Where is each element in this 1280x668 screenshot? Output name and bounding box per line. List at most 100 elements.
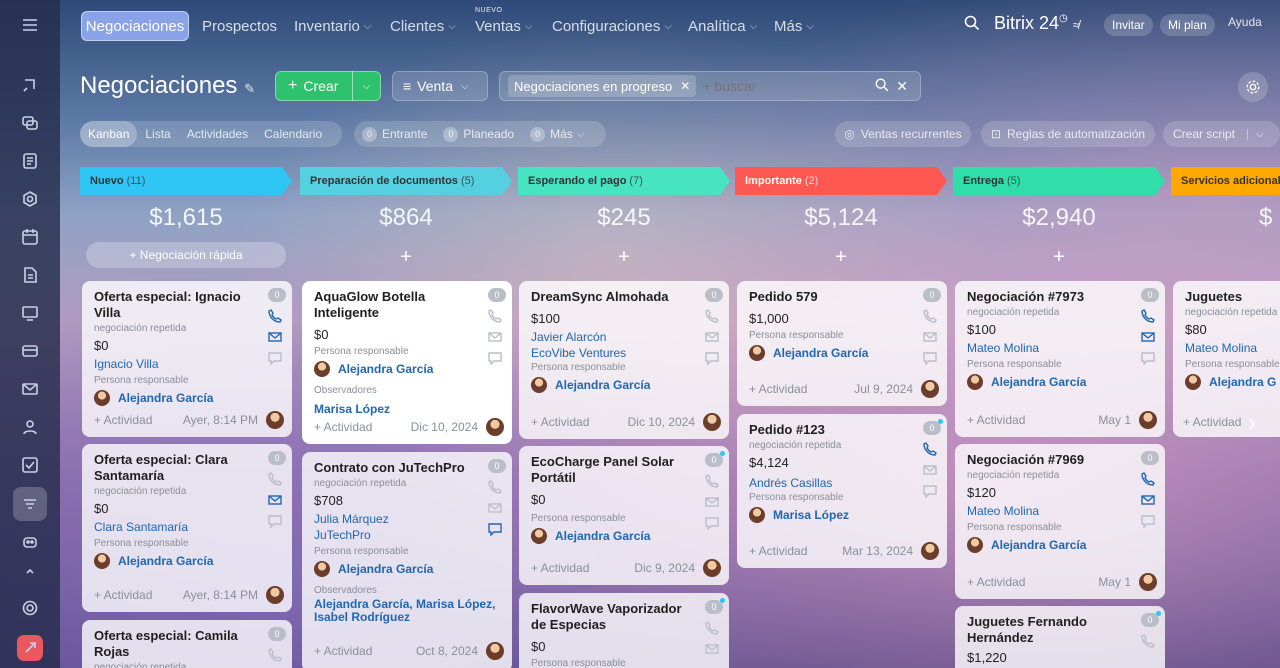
- chat-icon[interactable]: [705, 516, 719, 531]
- deal-title[interactable]: EcoCharge Panel Solar Portátil: [531, 454, 717, 486]
- responsible-person[interactable]: Alejandra García: [94, 553, 280, 569]
- phone-icon[interactable]: [923, 442, 937, 456]
- collapse-up-icon[interactable]: [18, 563, 42, 579]
- responsible-person[interactable]: Alejandra García: [967, 374, 1153, 390]
- view-kanban[interactable]: Kanban: [80, 121, 138, 147]
- mail-icon[interactable]: [923, 463, 937, 477]
- filter-tag[interactable]: Negociaciones en progreso ✕: [508, 75, 697, 97]
- deal-card[interactable]: EcoCharge Panel Solar Portátil 0 $0 Pers…: [519, 446, 729, 585]
- deal-card[interactable]: Oferta especial: Ignacio Villa 0 negocia…: [82, 281, 292, 437]
- quick-deal-button[interactable]: + Negociación rápida: [86, 242, 286, 268]
- deal-card[interactable]: Contrato con JuTechPro 0 negociación rep…: [302, 452, 512, 668]
- card-icon[interactable]: [18, 339, 42, 363]
- add-deal-button[interactable]: +: [518, 244, 730, 270]
- mail-icon[interactable]: [18, 377, 42, 401]
- nav-item-ventas[interactable]: Ventas ⌵: [475, 11, 532, 41]
- deal-card[interactable]: FlavorWave Vaporizador de Especias 0 $0 …: [519, 593, 729, 668]
- deal-card[interactable]: Negociación #7973 0 negociación repetida…: [955, 281, 1165, 437]
- deal-card[interactable]: Negociación #7969 0 negociación repetida…: [955, 444, 1165, 599]
- deal-card[interactable]: Oferta especial: Camila Rojas 0 negociac…: [82, 620, 292, 668]
- client-link[interactable]: Clara Santamaría: [94, 520, 280, 534]
- phone-icon[interactable]: [488, 480, 502, 494]
- deal-title[interactable]: Juguetes: [1185, 289, 1268, 305]
- column-header[interactable]: Servicios adicionales: [1171, 167, 1280, 195]
- add-activity-button[interactable]: + Actividad: [94, 413, 152, 427]
- nav-item-mas[interactable]: Más ⌵: [774, 11, 814, 41]
- observer-people[interactable]: Alejandra García, Marisa López, Isabel R…: [314, 598, 500, 624]
- mail-icon[interactable]: [705, 642, 719, 656]
- view-calendario[interactable]: Calendario: [256, 121, 330, 147]
- deal-title[interactable]: Oferta especial: Clara Santamaría: [94, 452, 280, 484]
- client-link[interactable]: Mateo Molina: [967, 341, 1153, 355]
- add-activity-button[interactable]: + Actividad: [967, 413, 1025, 427]
- file-icon[interactable]: [18, 263, 42, 287]
- chat-icon[interactable]: [923, 484, 937, 499]
- add-deal-button[interactable]: +: [735, 244, 947, 270]
- nav-item-inventario[interactable]: Inventario ⌵: [294, 11, 371, 41]
- chat-icon[interactable]: [488, 522, 502, 537]
- add-activity-button[interactable]: + Actividad: [314, 420, 372, 434]
- menu-icon[interactable]: [18, 13, 42, 37]
- client-link[interactable]: Mateo Molina: [1185, 341, 1268, 355]
- client-link[interactable]: Ignacio Villa: [94, 357, 280, 371]
- deal-card[interactable]: AquaGlow Botella Inteligente 0 $0 Person…: [302, 281, 512, 444]
- phone-icon[interactable]: [1141, 472, 1155, 486]
- phone-icon[interactable]: [1141, 309, 1155, 323]
- add-activity-button[interactable]: + Actividad: [531, 415, 589, 429]
- plan-button[interactable]: Mi plan: [1160, 14, 1215, 36]
- board-icon[interactable]: [18, 301, 42, 325]
- responsible-person[interactable]: Alejandra García: [94, 390, 280, 406]
- add-activity-button[interactable]: + Actividad: [749, 382, 807, 396]
- recurring-sales-button[interactable]: ◎ Ventas recurrentes: [835, 121, 971, 147]
- client-link[interactable]: Mateo Molina: [967, 504, 1153, 518]
- deal-title[interactable]: Negociación #7969: [967, 452, 1153, 468]
- mail-icon[interactable]: [705, 330, 719, 344]
- view-actividades[interactable]: Actividades: [179, 121, 256, 147]
- chat-icon[interactable]: [923, 351, 937, 366]
- robot-icon[interactable]: [18, 529, 42, 553]
- add-deal-button[interactable]: +: [300, 244, 512, 270]
- add-activity-button[interactable]: + Actividad: [94, 588, 152, 602]
- mail-icon[interactable]: [923, 330, 937, 344]
- counter-mas[interactable]: 0 Más ⌵: [522, 121, 592, 147]
- clear-icon[interactable]: ✕: [896, 78, 908, 95]
- phone-icon[interactable]: [268, 472, 282, 486]
- deal-title[interactable]: Juguetes Fernando Hernández: [967, 614, 1153, 646]
- phone-icon[interactable]: [268, 309, 282, 323]
- crm-icon[interactable]: [13, 487, 47, 521]
- chat-icon[interactable]: [268, 514, 282, 529]
- nav-item-clientes[interactable]: Clientes ⌵: [390, 11, 456, 41]
- deal-card[interactable]: Juguetes Fernando Hernández 0 $1,220: [955, 606, 1165, 668]
- create-script-button[interactable]: Crear script ⌵: [1163, 121, 1280, 147]
- nav-item-configuraciones[interactable]: Configuraciones ⌵: [552, 11, 672, 41]
- add-activity-button[interactable]: + Actividad: [749, 544, 807, 558]
- settings-icon[interactable]: [18, 596, 42, 620]
- client-link[interactable]: Julia Márquez: [314, 512, 500, 526]
- chat-icon[interactable]: [18, 111, 42, 135]
- deal-card[interactable]: Pedido 579 0 $1,000 Persona responsable …: [737, 281, 947, 406]
- add-activity-button[interactable]: + Actividad: [531, 561, 589, 575]
- pin-icon[interactable]: ✎: [244, 81, 255, 96]
- phone-icon[interactable]: [1141, 634, 1155, 648]
- phone-icon[interactable]: [268, 648, 282, 662]
- mail-icon[interactable]: [268, 330, 282, 344]
- view-lista[interactable]: Lista: [137, 121, 178, 147]
- invite-button[interactable]: Invitar: [1104, 14, 1153, 36]
- nav-item-analitica[interactable]: Analítica ⌵: [688, 11, 757, 41]
- add-activity-button[interactable]: + Actividad: [1183, 415, 1241, 429]
- column-header[interactable]: Esperando el pago (7): [518, 167, 730, 195]
- add-activity-button[interactable]: + Actividad: [314, 644, 372, 658]
- column-header[interactable]: Importante (2): [735, 167, 947, 195]
- company-link[interactable]: JuTechPro: [314, 528, 500, 542]
- chat-icon[interactable]: [1141, 514, 1155, 529]
- chevron-down-icon[interactable]: ⌵: [1247, 128, 1264, 140]
- chat-icon[interactable]: [1141, 351, 1155, 366]
- deal-title[interactable]: Pedido #123: [749, 422, 935, 438]
- deal-title[interactable]: FlavorWave Vaporizador de Especias: [531, 601, 717, 633]
- deal-title[interactable]: Oferta especial: Camila Rojas: [94, 628, 280, 660]
- settings-icon[interactable]: [1238, 72, 1268, 102]
- responsible-person[interactable]: Alejandra García: [531, 377, 717, 393]
- chevron-down-icon[interactable]: ⌵: [352, 71, 380, 101]
- client-link[interactable]: Andrés Casillas: [749, 476, 935, 490]
- nav-item-negociaciones[interactable]: Negociaciones: [81, 11, 189, 41]
